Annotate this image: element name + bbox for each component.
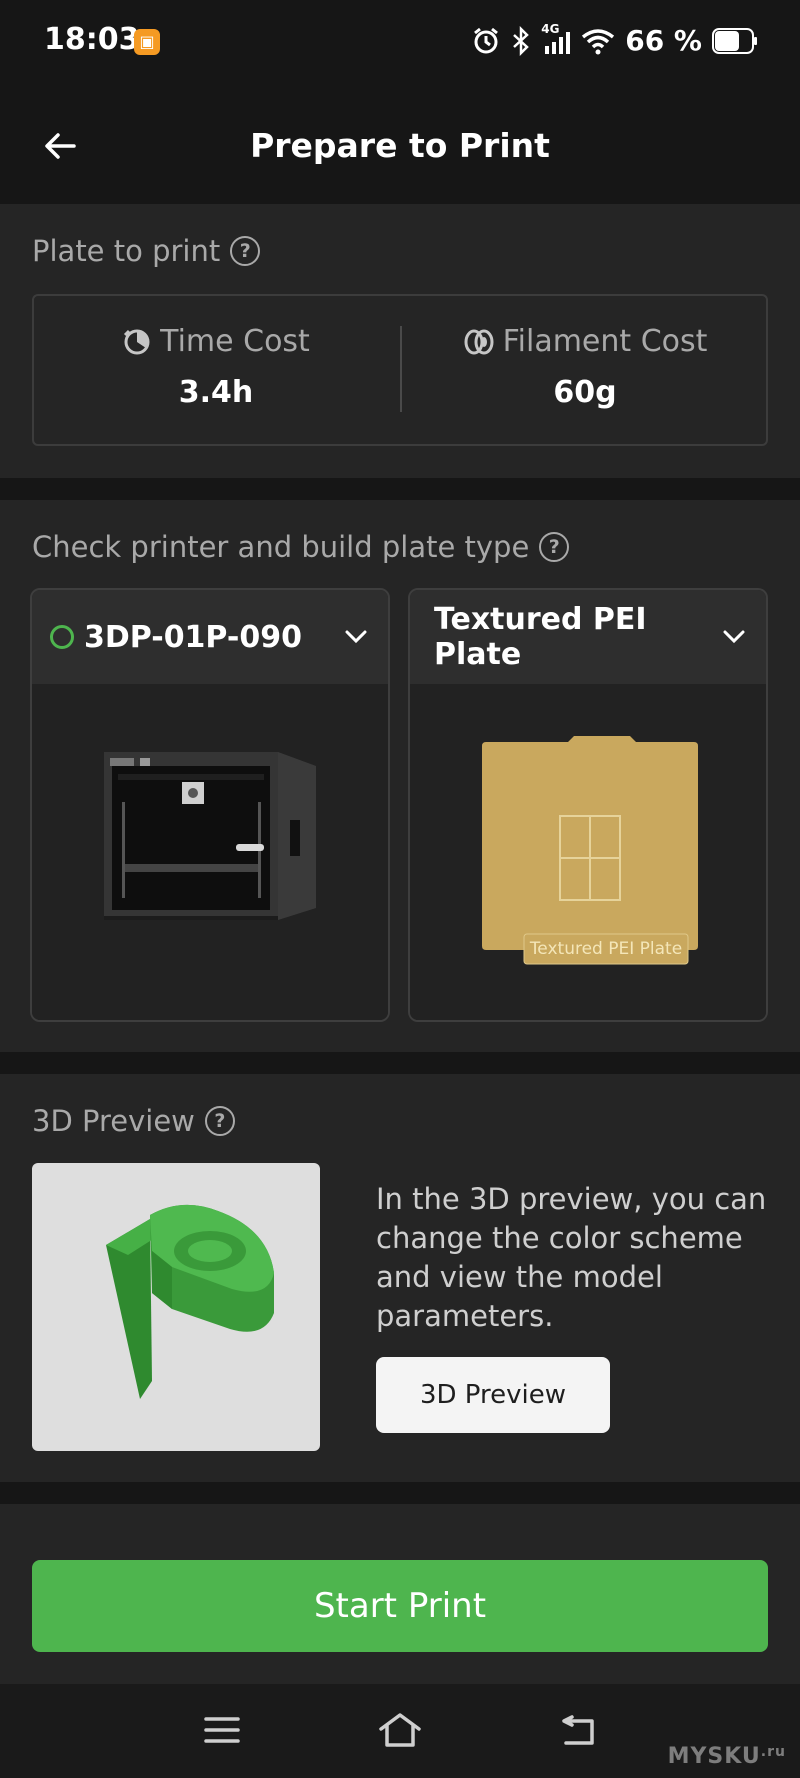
status-icons: 4G 66 % — [471, 22, 758, 57]
plate-section-title-row: Plate to print ? — [32, 234, 261, 268]
preview-section-title: 3D Preview — [32, 1104, 195, 1138]
plate-selector[interactable]: Textured PEI Plate — [410, 590, 766, 684]
watermark: MYSKU.ru — [667, 1744, 786, 1769]
menu-icon — [204, 1717, 240, 1743]
help-icon[interactable]: ? — [539, 532, 570, 562]
app-notification-icon: ▣ — [134, 29, 160, 55]
printer-selector[interactable]: 3DP-01P-090 — [32, 590, 388, 684]
status-time: 18:03 — [44, 22, 140, 57]
printer-status-indicator — [50, 625, 74, 649]
battery-percent: 66 % — [625, 24, 702, 57]
plate-illustration — [482, 736, 698, 965]
wifi-icon — [582, 28, 615, 54]
plate-section-title: Plate to print — [32, 234, 221, 268]
preview-description: In the 3D preview, you can change the co… — [376, 1182, 767, 1333]
clock-icon — [124, 329, 150, 354]
time-cost: Time Cost 3.4h — [32, 324, 400, 410]
plate-card[interactable]: Textured PEI Plate Textured PEI Plate — [408, 588, 768, 1022]
printer-section-title: Check printer and build plate type — [32, 530, 530, 564]
model-preview-thumbnail[interactable] — [32, 1163, 320, 1451]
preview-section-title-row: 3D Preview ? — [32, 1104, 235, 1138]
plate-image-label: Textured PEI Plate — [529, 939, 683, 959]
printer-illustration — [104, 752, 316, 920]
back-arrow-icon — [45, 133, 76, 159]
battery-icon — [712, 27, 757, 54]
help-icon[interactable]: ? — [230, 236, 261, 266]
printer-card[interactable]: 3DP-01P-090 — [30, 588, 390, 1022]
help-icon[interactable]: ? — [204, 1106, 235, 1136]
back-button[interactable] — [36, 122, 84, 170]
home-icon — [379, 1713, 421, 1747]
back-icon — [562, 1715, 594, 1745]
printer-image — [32, 684, 388, 1020]
plate-name: Textured PEI Plate — [434, 602, 647, 672]
time-cost-value: 3.4h — [178, 375, 254, 410]
plate-image: Textured PEI Plate — [410, 684, 766, 1020]
chevron-down-icon — [723, 630, 745, 644]
printer-section-title-row: Check printer and build plate type ? — [32, 530, 570, 564]
model-illustration — [106, 1204, 274, 1399]
filament-cost-value: 60g — [553, 375, 617, 410]
3d-preview-button[interactable]: 3D Preview — [376, 1357, 610, 1433]
bluetooth-icon — [513, 25, 530, 56]
filament-spool-icon — [464, 329, 494, 354]
nav-home-button[interactable] — [368, 1702, 432, 1758]
alarm-icon — [474, 27, 499, 53]
filament-cost: Filament Cost 60g — [402, 324, 768, 410]
page-title: Prepare to Print — [250, 126, 550, 165]
filament-cost-label: Filament Cost — [502, 324, 708, 359]
time-cost-label: Time Cost — [160, 324, 310, 359]
signal-icon: 4G — [541, 22, 571, 56]
chevron-down-icon — [345, 630, 367, 644]
nav-back-button[interactable] — [546, 1702, 610, 1758]
printer-name: 3DP-01P-090 — [84, 619, 302, 655]
nav-menu-button[interactable] — [190, 1702, 254, 1758]
start-print-button[interactable]: Start Print — [32, 1560, 768, 1652]
